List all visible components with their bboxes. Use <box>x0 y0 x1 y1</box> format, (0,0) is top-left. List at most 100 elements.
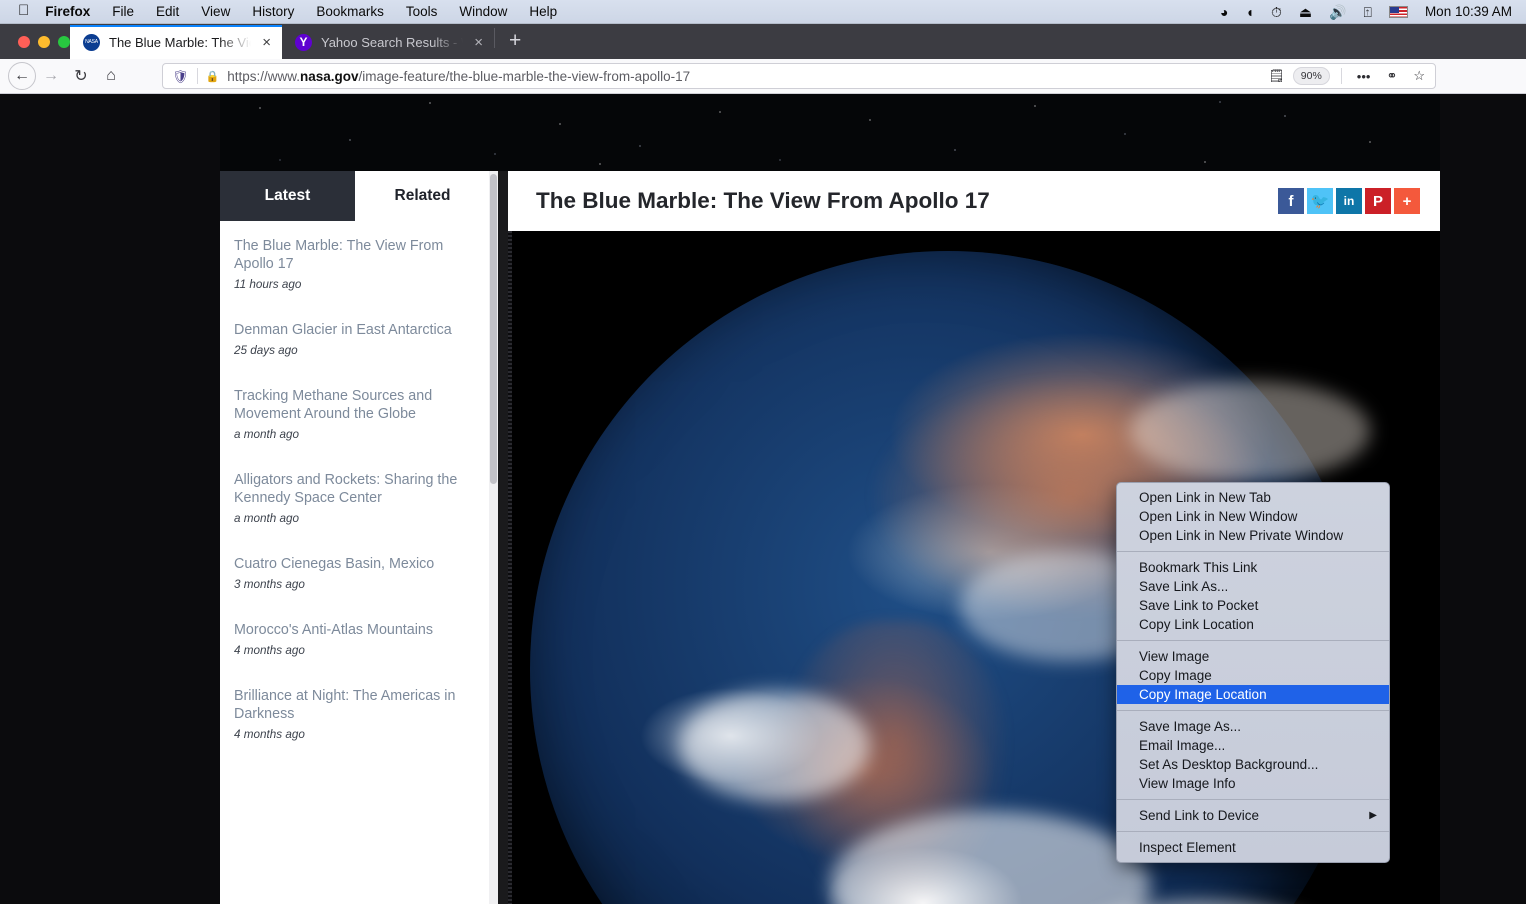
address-bar[interactable]: 🛡 🔒 https://www.nasa.gov/image-feature/t… <box>162 63 1436 89</box>
menu-item-open-link-in-new-private-window[interactable]: Open Link in New Private Window <box>1117 526 1389 545</box>
us-flag-icon[interactable] <box>1388 5 1408 18</box>
menu-item-email-image[interactable]: Email Image... <box>1117 736 1389 755</box>
article-timestamp: 3 months ago <box>234 578 305 591</box>
article-title[interactable]: Morocco's Anti-Atlas Mountains <box>234 621 474 639</box>
volume-icon[interactable]: 🔊 <box>1329 5 1346 19</box>
window-controls <box>0 36 70 59</box>
linkedin-share-button[interactable]: in <box>1336 188 1362 214</box>
browser-tab-blue-marble[interactable]: The Blue Marble: The View From × <box>70 25 282 59</box>
context-menu: Open Link in New Tab Open Link in New Wi… <box>1116 482 1390 863</box>
menu-item-set-as-desktop-background[interactable]: Set As Desktop Background... <box>1117 755 1389 774</box>
article-timestamp: 4 months ago <box>234 644 305 657</box>
menu-item-view-image[interactable]: View Image <box>1117 647 1389 666</box>
nasa-favicon <box>83 33 100 51</box>
list-item[interactable]: Brilliance at Night: The Americas in Dar… <box>234 687 474 741</box>
page-actions-icon[interactable]: ••• <box>1353 69 1375 84</box>
wifi-icon[interactable]: ⍐ <box>1364 5 1372 19</box>
menu-separator <box>1117 799 1389 800</box>
article-title[interactable]: Cuatro Cienegas Basin, Mexico <box>234 555 474 573</box>
menu-history[interactable]: History <box>252 4 294 19</box>
menu-bar-clock[interactable]: Mon 10:39 AM <box>1425 4 1512 19</box>
reload-button[interactable]: ↻ <box>66 61 96 91</box>
menu-item-save-link-as[interactable]: Save Link As... <box>1117 577 1389 596</box>
menu-bookmarks[interactable]: Bookmarks <box>316 4 384 19</box>
page-title: The Blue Marble: The View From Apollo 17 <box>536 188 990 213</box>
menu-separator <box>1117 831 1389 832</box>
menu-item-open-link-in-new-window[interactable]: Open Link in New Window <box>1117 507 1389 526</box>
article-title[interactable]: The Blue Marble: The View From Apollo 17 <box>234 237 474 273</box>
list-item[interactable]: Tracking Methane Sources and Movement Ar… <box>234 387 474 441</box>
forward-button[interactable]: → <box>36 61 66 91</box>
list-item[interactable]: Morocco's Anti-Atlas Mountains 4 months … <box>234 621 474 657</box>
menu-item-copy-image-location[interactable]: Copy Image Location <box>1117 685 1389 704</box>
tab-related[interactable]: Related <box>355 171 490 221</box>
browser-tab-strip: The Blue Marble: The View From × Yahoo S… <box>0 24 1526 59</box>
new-tab-button[interactable]: + <box>495 30 535 59</box>
back-button[interactable]: ← <box>8 62 36 90</box>
list-item[interactable]: Denman Glacier in East Antarctica 25 day… <box>234 321 474 357</box>
menu-item-save-image-as[interactable]: Save Image As... <box>1117 717 1389 736</box>
malwarebytes-icon[interactable]: ◕ <box>1220 5 1228 19</box>
browser-tab-yahoo[interactable]: Yahoo Search Results - Web Se × <box>282 25 494 59</box>
url-prefix: https://www. <box>227 68 300 84</box>
sidebar-scrollbar-thumb[interactable] <box>490 174 497 484</box>
list-item[interactable]: Alligators and Rockets: Sharing the Kenn… <box>234 471 474 525</box>
menu-view[interactable]: View <box>201 4 230 19</box>
article-title[interactable]: Denman Glacier in East Antarctica <box>234 321 474 339</box>
minimize-window-button[interactable] <box>38 36 50 48</box>
article-title[interactable]: Tracking Methane Sources and Movement Ar… <box>234 387 474 423</box>
bookmark-star-icon[interactable]: ☆ <box>1409 68 1429 84</box>
page-left-gutter <box>0 94 220 904</box>
menu-tools[interactable]: Tools <box>406 4 438 19</box>
menu-item-save-link-to-pocket[interactable]: Save Link to Pocket <box>1117 596 1389 615</box>
article-title[interactable]: Brilliance at Night: The Americas in Dar… <box>234 687 474 723</box>
article-timestamp: 4 months ago <box>234 728 305 741</box>
divider <box>1340 68 1342 84</box>
article-title[interactable]: Alligators and Rockets: Sharing the Kenn… <box>234 471 474 507</box>
menu-item-bookmark-this-link[interactable]: Bookmark This Link <box>1117 558 1389 577</box>
menu-item-copy-link-location[interactable]: Copy Link Location <box>1117 615 1389 634</box>
twitter-share-button[interactable]: 🐦 <box>1307 188 1333 214</box>
eject-icon[interactable]: ⏏ <box>1299 5 1312 19</box>
menu-file[interactable]: File <box>112 4 134 19</box>
reader-view-icon[interactable]: 🗒 <box>1268 68 1285 84</box>
zoom-level-indicator[interactable]: 90% <box>1292 66 1330 86</box>
tracking-protection-shield-icon[interactable]: 🛡 <box>172 70 189 83</box>
chevron-right-icon: ▶ <box>1369 810 1377 821</box>
pocket-icon[interactable]: ⚭ <box>1382 68 1401 84</box>
menu-window[interactable]: Window <box>459 4 507 19</box>
pinterest-share-button[interactable]: P <box>1365 188 1391 214</box>
more-share-button[interactable]: + <box>1394 188 1420 214</box>
menu-edit[interactable]: Edit <box>156 4 179 19</box>
adobe-creative-cloud-icon[interactable]: ◖ <box>1245 5 1253 19</box>
menu-item-send-link-to-device[interactable]: Send Link to Device ▶ <box>1117 806 1389 825</box>
maximize-window-button[interactable] <box>58 36 70 48</box>
sidebar-article-list: The Blue Marble: The View From Apollo 17… <box>220 221 490 741</box>
menu-item-open-link-in-new-tab[interactable]: Open Link in New Tab <box>1117 488 1389 507</box>
facebook-share-button[interactable]: f <box>1278 188 1304 214</box>
close-icon[interactable]: × <box>472 35 485 50</box>
menu-firefox[interactable]: Firefox <box>45 4 90 19</box>
menu-item-inspect-element[interactable]: Inspect Element <box>1117 838 1389 857</box>
list-item[interactable]: The Blue Marble: The View From Apollo 17… <box>234 237 474 291</box>
tab-latest[interactable]: Latest <box>220 171 355 221</box>
divider <box>196 68 198 84</box>
article-timestamp: 25 days ago <box>234 344 298 357</box>
home-button[interactable]: ⌂ <box>96 61 126 91</box>
site-header-starfield <box>220 94 1440 171</box>
menu-help[interactable]: Help <box>529 4 557 19</box>
article-timestamp: a month ago <box>234 512 299 525</box>
list-item[interactable]: Cuatro Cienegas Basin, Mexico 3 months a… <box>234 555 474 591</box>
menu-item-view-image-info[interactable]: View Image Info <box>1117 774 1389 793</box>
time-machine-icon[interactable]: ⏱ <box>1271 5 1282 19</box>
apple-menu-icon[interactable]:  <box>18 3 29 18</box>
menu-separator <box>1117 640 1389 641</box>
close-window-button[interactable] <box>18 36 30 48</box>
tab-title: The Blue Marble: The View From <box>109 34 251 50</box>
lock-icon: 🔒 <box>205 70 220 83</box>
close-icon[interactable]: × <box>260 35 273 50</box>
article-sidebar: Latest Related The Blue Marble: The View… <box>220 171 490 904</box>
menu-separator <box>1117 710 1389 711</box>
menu-item-copy-image[interactable]: Copy Image <box>1117 666 1389 685</box>
article-timestamp: 11 hours ago <box>234 278 302 291</box>
